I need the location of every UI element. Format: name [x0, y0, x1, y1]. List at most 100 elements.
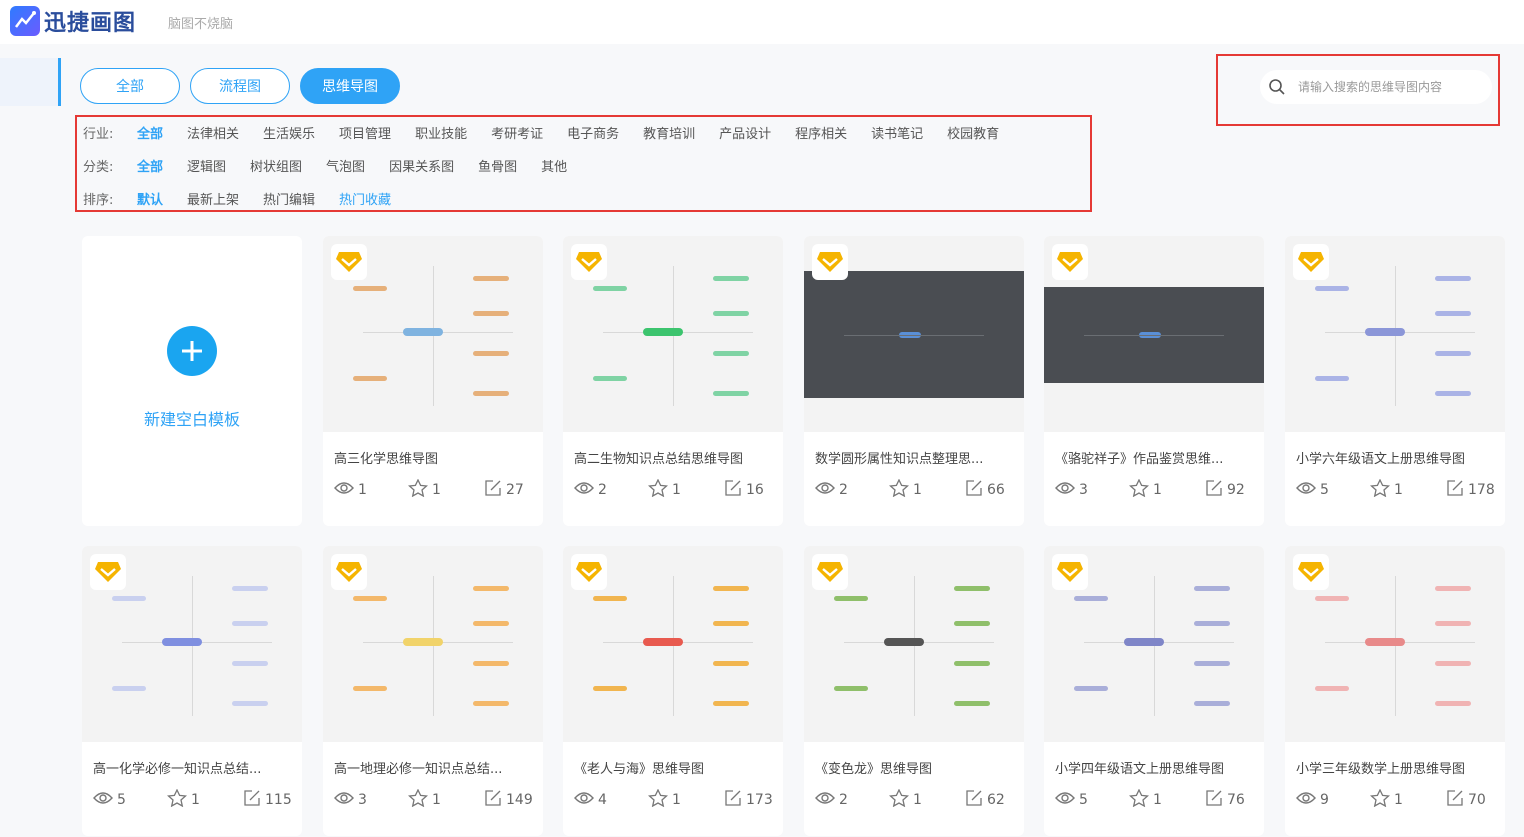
filter-option[interactable]: 考研考证: [491, 123, 543, 142]
sort-option[interactable]: 默认: [137, 189, 163, 208]
edit-count[interactable]: 70: [1446, 789, 1486, 811]
filter-option[interactable]: 全部: [137, 123, 163, 142]
eye-icon: [1055, 790, 1079, 810]
edit-count[interactable]: 115: [243, 789, 292, 811]
app-logo[interactable]: 迅捷画图: [10, 5, 136, 37]
tab-flowchart[interactable]: 流程图: [190, 68, 290, 104]
thumbnail-image: [804, 271, 1024, 398]
edit-count-value: 62: [987, 792, 1005, 808]
filter-option[interactable]: 教育培训: [643, 123, 695, 142]
favorite-count[interactable]: 1: [888, 788, 965, 811]
favorite-count[interactable]: 1: [888, 478, 965, 501]
vip-badge-icon: [571, 244, 607, 280]
eye-icon: [93, 790, 117, 810]
template-card[interactable]: 小学四年级语文上册思维导图 5 1 76: [1044, 546, 1264, 836]
filter-option[interactable]: 电子商务: [567, 123, 619, 142]
template-title[interactable]: 小学四年级语文上册思维导图: [1055, 758, 1255, 777]
filter-option[interactable]: 读书笔记: [871, 123, 923, 142]
star-icon: [166, 788, 191, 811]
template-card[interactable]: 小学三年级数学上册思维导图 9 1 70: [1285, 546, 1505, 836]
template-card[interactable]: 高三化学思维导图 1 1 27: [323, 236, 543, 526]
favorite-count-value: 1: [432, 482, 441, 498]
template-card[interactable]: 《骆驼祥子》作品鉴赏思维... 3 1 92: [1044, 236, 1264, 526]
sort-option[interactable]: 最新上架: [187, 189, 239, 208]
edit-count[interactable]: 27: [484, 479, 524, 501]
favorite-count[interactable]: 1: [1369, 788, 1446, 811]
favorite-count[interactable]: 1: [407, 478, 484, 501]
favorite-count[interactable]: 1: [166, 788, 243, 811]
template-card[interactable]: 《老人与海》思维导图 4 1 173: [563, 546, 783, 836]
filter-option[interactable]: 因果关系图: [389, 156, 454, 175]
filter-option[interactable]: 全部: [137, 156, 163, 175]
template-title[interactable]: 高二生物知识点总结思维导图: [574, 448, 774, 467]
view-count: 2: [574, 479, 648, 501]
filter-option[interactable]: 职业技能: [415, 123, 467, 142]
favorite-count[interactable]: 1: [647, 478, 724, 501]
eye-icon: [1296, 790, 1320, 810]
template-title[interactable]: 《变色龙》思维导图: [815, 758, 1015, 777]
template-card[interactable]: 数学圆形属性知识点整理思... 2 1 66: [804, 236, 1024, 526]
filter-label: 分类:: [83, 160, 114, 175]
filter-option[interactable]: 逻辑图: [187, 156, 226, 175]
favorite-count-value: 1: [1153, 792, 1162, 808]
vip-badge-icon: [331, 244, 367, 280]
template-title[interactable]: 小学六年级语文上册思维导图: [1296, 448, 1496, 467]
template-title[interactable]: 高一地理必修一知识点总结...: [334, 758, 534, 777]
template-card[interactable]: 小学六年级语文上册思维导图 5 1 178: [1285, 236, 1505, 526]
edit-count[interactable]: 92: [1205, 479, 1245, 501]
favorite-count[interactable]: 1: [1369, 478, 1446, 501]
filter-option[interactable]: 法律相关: [187, 123, 239, 142]
filter-option[interactable]: 项目管理: [339, 123, 391, 142]
filter-option[interactable]: 鱼骨图: [478, 156, 517, 175]
template-title[interactable]: 高一化学必修一知识点总结...: [93, 758, 293, 777]
edit-count[interactable]: 62: [965, 789, 1005, 811]
vip-badge-icon: [1293, 554, 1329, 590]
template-card[interactable]: 高一化学必修一知识点总结... 5 1 115: [82, 546, 302, 836]
favorite-count[interactable]: 1: [647, 788, 724, 811]
template-stats: 5 1 76: [1055, 788, 1255, 811]
tab-all[interactable]: 全部: [80, 68, 180, 104]
template-title[interactable]: 小学三年级数学上册思维导图: [1296, 758, 1496, 777]
template-title[interactable]: 《老人与海》思维导图: [574, 758, 774, 777]
new-blank-template-card[interactable]: 新建空白模板: [82, 236, 302, 526]
template-title[interactable]: 数学圆形属性知识点整理思...: [815, 448, 1015, 467]
view-count-value: 3: [358, 792, 367, 808]
edit-count[interactable]: 76: [1205, 789, 1245, 811]
template-card[interactable]: 《变色龙》思维导图 2 1 62: [804, 546, 1024, 836]
template-card[interactable]: 高二生物知识点总结思维导图 2 1 16: [563, 236, 783, 526]
filter-option[interactable]: 产品设计: [719, 123, 771, 142]
edit-count[interactable]: 173: [724, 789, 773, 811]
filter-option[interactable]: 生活娱乐: [263, 123, 315, 142]
favorite-count[interactable]: 1: [1128, 788, 1205, 811]
template-title[interactable]: 高三化学思维导图: [334, 448, 534, 467]
filter-option[interactable]: 程序相关: [795, 123, 847, 142]
filter-label: 排序:: [83, 193, 114, 208]
search-input[interactable]: [1298, 80, 1488, 94]
edit-count-value: 76: [1227, 792, 1245, 808]
edit-count[interactable]: 178: [1446, 479, 1495, 501]
filter-option[interactable]: 树状组图: [250, 156, 302, 175]
search-bar[interactable]: [1260, 70, 1492, 104]
favorite-count[interactable]: 1: [1128, 478, 1205, 501]
edit-count[interactable]: 149: [484, 789, 533, 811]
filter-option[interactable]: 气泡图: [326, 156, 365, 175]
filter-row-industry: 行业: 全部 法律相关 生活娱乐 项目管理 职业技能 考研考证 电子商务 教育培…: [83, 123, 1023, 142]
template-card[interactable]: 高一地理必修一知识点总结... 3 1 149: [323, 546, 543, 836]
sort-option[interactable]: 热门收藏: [339, 189, 391, 208]
edit-count[interactable]: 16: [724, 479, 764, 501]
favorite-count[interactable]: 1: [407, 788, 484, 811]
filter-option[interactable]: 校园教育: [947, 123, 999, 142]
edit-count-value: 92: [1227, 482, 1245, 498]
eye-icon: [1055, 480, 1079, 500]
sidebar-active-indicator: [58, 58, 61, 106]
favorite-count-value: 1: [913, 792, 922, 808]
vip-badge-icon: [812, 244, 848, 280]
view-count-value: 2: [839, 482, 848, 498]
edit-count[interactable]: 66: [965, 479, 1005, 501]
filter-option[interactable]: 其他: [541, 156, 567, 175]
template-title[interactable]: 《骆驼祥子》作品鉴赏思维...: [1055, 448, 1255, 467]
tab-mindmap[interactable]: 思维导图: [300, 68, 400, 104]
star-icon: [1369, 478, 1394, 501]
eye-icon: [334, 790, 358, 810]
sort-option[interactable]: 热门编辑: [263, 189, 315, 208]
